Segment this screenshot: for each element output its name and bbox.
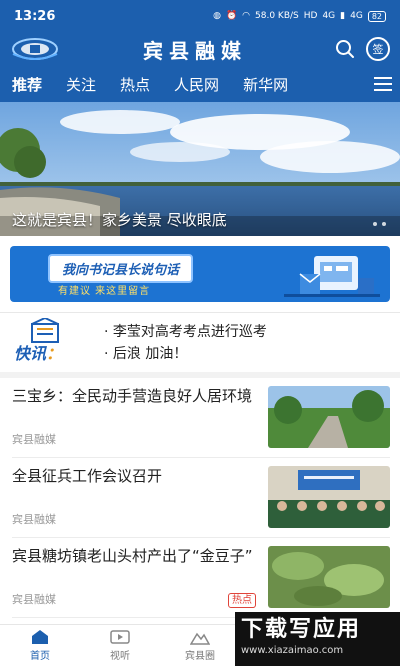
search-icon[interactable] (330, 34, 360, 64)
news-source: 宾县融媒 (12, 433, 56, 446)
flash-label: 快讯： (14, 340, 62, 364)
news-text: 宾县糖坊镇老山头村产出了“金豆子” 宾县融媒 热点 (12, 546, 268, 617)
site-watermark: 下载写应用 www.xiazaimao.com (235, 612, 400, 666)
app-title: 宾县融媒 (143, 38, 247, 63)
status-time: 13:26 (14, 8, 56, 24)
tab-hot[interactable]: 热点 (120, 74, 150, 95)
tab-follow[interactable]: 关注 (66, 74, 96, 95)
network-speed: 58.0 KB/S (255, 11, 299, 21)
mailbox-illustration-icon (284, 256, 380, 297)
carousel-dots (373, 222, 386, 226)
news-source: 宾县融媒 (12, 593, 56, 606)
carousel-dot (382, 222, 386, 226)
menu-icon[interactable] (366, 66, 400, 102)
status-icons: ◍ ⏰ ◠ 58.0 KB/S HD 4G ▮ 4G 82 (213, 10, 386, 22)
flash-label-colon: ： (46, 343, 63, 363)
promo-title: 我向书记县长说句话 (48, 254, 194, 283)
news-thumbnail (268, 386, 390, 448)
news-item[interactable]: 宾县糖坊镇老山头村产出了“金豆子” 宾县融媒 热点 (12, 538, 390, 618)
news-item[interactable]: 全县征兵工作会议召开 宾县融媒 (12, 458, 390, 538)
status-bar: 13:26 ◍ ⏰ ◠ 58.0 KB/S HD 4G ▮ 4G 82 (0, 0, 400, 32)
nav-home[interactable]: 首页 (0, 625, 80, 666)
video-icon (110, 630, 130, 644)
signal-2: 4G (350, 11, 363, 21)
nav-label: 视听 (110, 651, 130, 662)
banner-caption: 这就是宾县！家乡美景 尽收眼底 (12, 211, 227, 229)
flash-badge: 快讯： (14, 317, 78, 368)
news-thumbnail (268, 546, 390, 608)
signal-1: 4G (322, 11, 336, 21)
promo-subtitle: 有建议 来这里留言 (58, 286, 151, 297)
hot-badge: 热点 (228, 593, 256, 608)
news-thumbnail (268, 466, 390, 528)
nav-video[interactable]: 视听 (80, 625, 160, 666)
flash-item[interactable]: · 后浪 加油！ (104, 343, 267, 365)
news-item[interactable]: 三宝乡：全民动手营造良好人居环境 宾县融媒 (12, 378, 390, 458)
news-title: 三宝乡：全民动手营造良好人居环境 (12, 387, 253, 405)
news-list: 三宝乡：全民动手营造良好人居环境 宾县融媒 全县征兵工作会议召开 宾县融媒 宾县… (0, 378, 400, 618)
alarm-icon: ⏰ (225, 11, 238, 21)
signal-icon: ▮ (340, 11, 346, 21)
flash-item[interactable]: · 李莹对高考考点进行巡考 (104, 321, 267, 343)
nav-community[interactable]: 宾县圈 (160, 625, 240, 666)
flash-list: · 李莹对高考考点进行巡考 · 后浪 加油！ (104, 321, 267, 365)
news-title: 全县征兵工作会议召开 (12, 467, 163, 485)
app-header: 宾县融媒 签 (0, 32, 400, 66)
flash-label-text: 快讯 (14, 343, 47, 363)
carousel-dot (373, 222, 377, 226)
news-text: 全县征兵工作会议召开 宾县融媒 (12, 466, 268, 537)
flash-news: 快讯： · 李莹对高考考点进行巡考 · 后浪 加油！ (0, 312, 400, 378)
sign-in-icon[interactable]: 签 (366, 37, 390, 61)
news-title: 宾县糖坊镇老山头村产出了“金豆子” (12, 547, 253, 565)
tab-recommend[interactable]: 推荐 (12, 74, 42, 95)
tab-xinhua[interactable]: 新华网 (243, 74, 288, 95)
nav-label: 宾县圈 (185, 651, 215, 662)
promo-banner[interactable]: 我向书记县长说句话 有建议 来这里留言 (10, 246, 390, 302)
community-icon (190, 632, 210, 645)
network-type: HD (303, 11, 318, 21)
channel-tabs: 推荐 关注 热点 人民网 新华网 (0, 66, 400, 102)
watermark-text: 下载写应用 (241, 617, 362, 642)
nav-label: 首页 (30, 651, 50, 662)
news-text: 三宝乡：全民动手营造良好人居环境 宾县融媒 (12, 386, 268, 457)
tab-peoples-daily[interactable]: 人民网 (174, 74, 219, 95)
banner-carousel[interactable]: 这就是宾县！家乡美景 尽收眼底 (0, 102, 400, 236)
battery-icon: 82 (367, 10, 386, 22)
news-source: 宾县融媒 (12, 513, 56, 526)
watermark-url: www.xiazaimao.com (241, 645, 344, 656)
notification-icon: ◍ (213, 11, 221, 21)
wifi-icon: ◠ (242, 11, 251, 21)
logo-icon (10, 36, 60, 62)
home-icon (32, 630, 48, 644)
